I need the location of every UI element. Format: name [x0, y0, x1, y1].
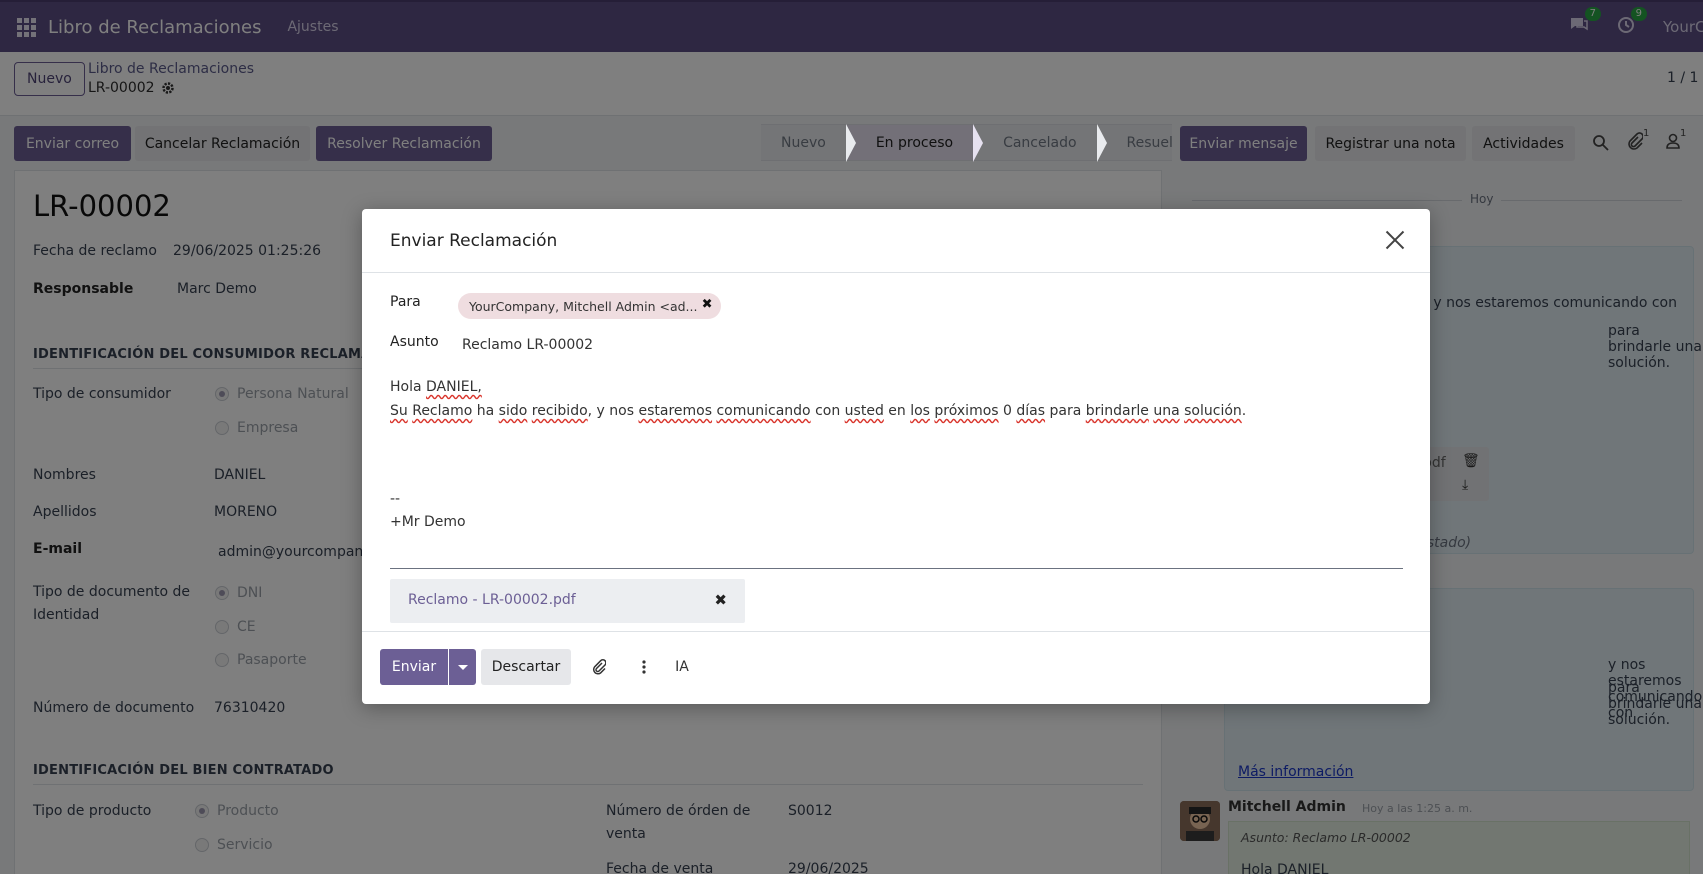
body-greeting-name: DANIEL, [426, 379, 482, 395]
to-label: Para [390, 294, 421, 310]
body-greeting[interactable]: Hola DANIEL, [390, 379, 482, 395]
recipient-tag-label: YourCompany, Mitchell Admin <ad... [469, 298, 698, 314]
body-message[interactable]: Su Reclamo ha sido recibido, y nos estar… [390, 403, 1246, 419]
send-claim-dialog: Enviar Reclamación Para YourCompany, Mit… [362, 209, 1430, 704]
body-greeting-prefix: Hola [390, 379, 427, 395]
subject-input[interactable]: Reclamo LR-00002 [462, 337, 593, 353]
signature: +Mr Demo [390, 514, 466, 530]
editor-bottom-border [390, 568, 1403, 569]
modal-footer: Enviar Descartar IA [362, 631, 1430, 704]
subject-label: Asunto [390, 334, 439, 350]
remove-attachment-icon[interactable]: ✖ [714, 591, 727, 609]
ai-button[interactable]: IA [667, 649, 697, 685]
signature-separator: -- [390, 491, 401, 507]
paperclip-icon[interactable] [584, 649, 614, 685]
modal-header: Enviar Reclamación [362, 209, 1430, 273]
attachment-name[interactable]: Reclamo - LR-00002.pdf [408, 592, 576, 608]
attachment-chip[interactable]: Reclamo - LR-00002.pdf ✖ [390, 579, 745, 623]
discard-button[interactable]: Descartar [481, 649, 571, 685]
close-icon[interactable] [1382, 227, 1408, 253]
caret-down-icon [457, 664, 468, 670]
send-button[interactable]: Enviar [380, 649, 448, 685]
remove-recipient-icon[interactable]: ✖ [702, 297, 713, 312]
send-options-dropdown[interactable] [449, 649, 476, 685]
more-options-icon[interactable] [634, 649, 654, 685]
modal-title: Enviar Reclamación [390, 231, 558, 251]
recipient-tag[interactable]: YourCompany, Mitchell Admin <ad... ✖ [458, 293, 722, 319]
